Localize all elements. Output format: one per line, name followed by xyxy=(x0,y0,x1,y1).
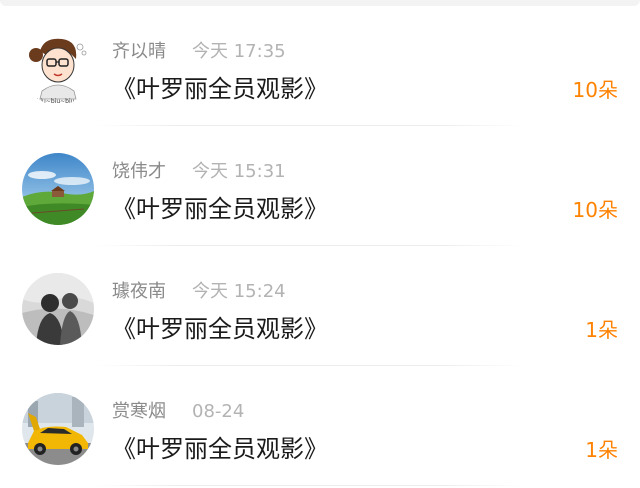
cartoon-girl-glasses-icon: biu~biu~biu~ xyxy=(22,33,94,105)
list-item[interactable]: 璩夜南 今天 15:24 《叶罗丽全员观影》 1朵 xyxy=(0,246,640,366)
timestamp: 今天 17:35 xyxy=(192,41,286,62)
top-card-edge xyxy=(0,0,640,6)
avatar[interactable] xyxy=(22,153,94,225)
gift-count: 10朵 xyxy=(572,78,618,102)
timestamp: 今天 15:24 xyxy=(192,281,286,302)
gift-title: 《叶罗丽全员观影》 xyxy=(112,435,328,463)
two-people-back-view-icon xyxy=(22,273,94,345)
user-name[interactable]: 齐以晴 xyxy=(112,40,166,64)
gift-count: 1朵 xyxy=(585,438,618,462)
divider xyxy=(95,485,525,486)
list-item[interactable]: 饶伟才 今天 15:31 《叶罗丽全员观影》 10朵 xyxy=(0,126,640,246)
avatar[interactable]: biu~biu~biu~ xyxy=(22,33,94,105)
avatar[interactable] xyxy=(22,273,94,345)
landscape-meadow-icon xyxy=(22,153,94,225)
gift-title: 《叶罗丽全员观影》 xyxy=(112,75,328,103)
avatar-caption: biu~biu~biu~ xyxy=(37,98,80,105)
gift-count: 1朵 xyxy=(585,318,618,342)
timestamp: 今天 15:31 xyxy=(192,161,286,182)
user-name[interactable]: 饶伟才 xyxy=(112,160,166,184)
comment-list: biu~biu~biu~ 齐以晴 今天 17:35 《叶罗丽全员观影》 10朵 xyxy=(0,0,640,488)
gift-title: 《叶罗丽全员观影》 xyxy=(112,315,328,343)
gift-title: 《叶罗丽全员观影》 xyxy=(112,195,328,223)
yellow-sports-car-icon xyxy=(22,393,94,465)
list-item[interactable]: biu~biu~biu~ 齐以晴 今天 17:35 《叶罗丽全员观影》 10朵 xyxy=(0,6,640,126)
avatar[interactable] xyxy=(22,393,94,465)
timestamp: 08-24 xyxy=(192,401,245,422)
user-name[interactable]: 赏寒烟 xyxy=(112,400,166,424)
list-item[interactable]: 赏寒烟 08-24 《叶罗丽全员观影》 1朵 xyxy=(0,366,640,486)
user-name[interactable]: 璩夜南 xyxy=(112,280,166,304)
gift-count: 10朵 xyxy=(572,198,618,222)
